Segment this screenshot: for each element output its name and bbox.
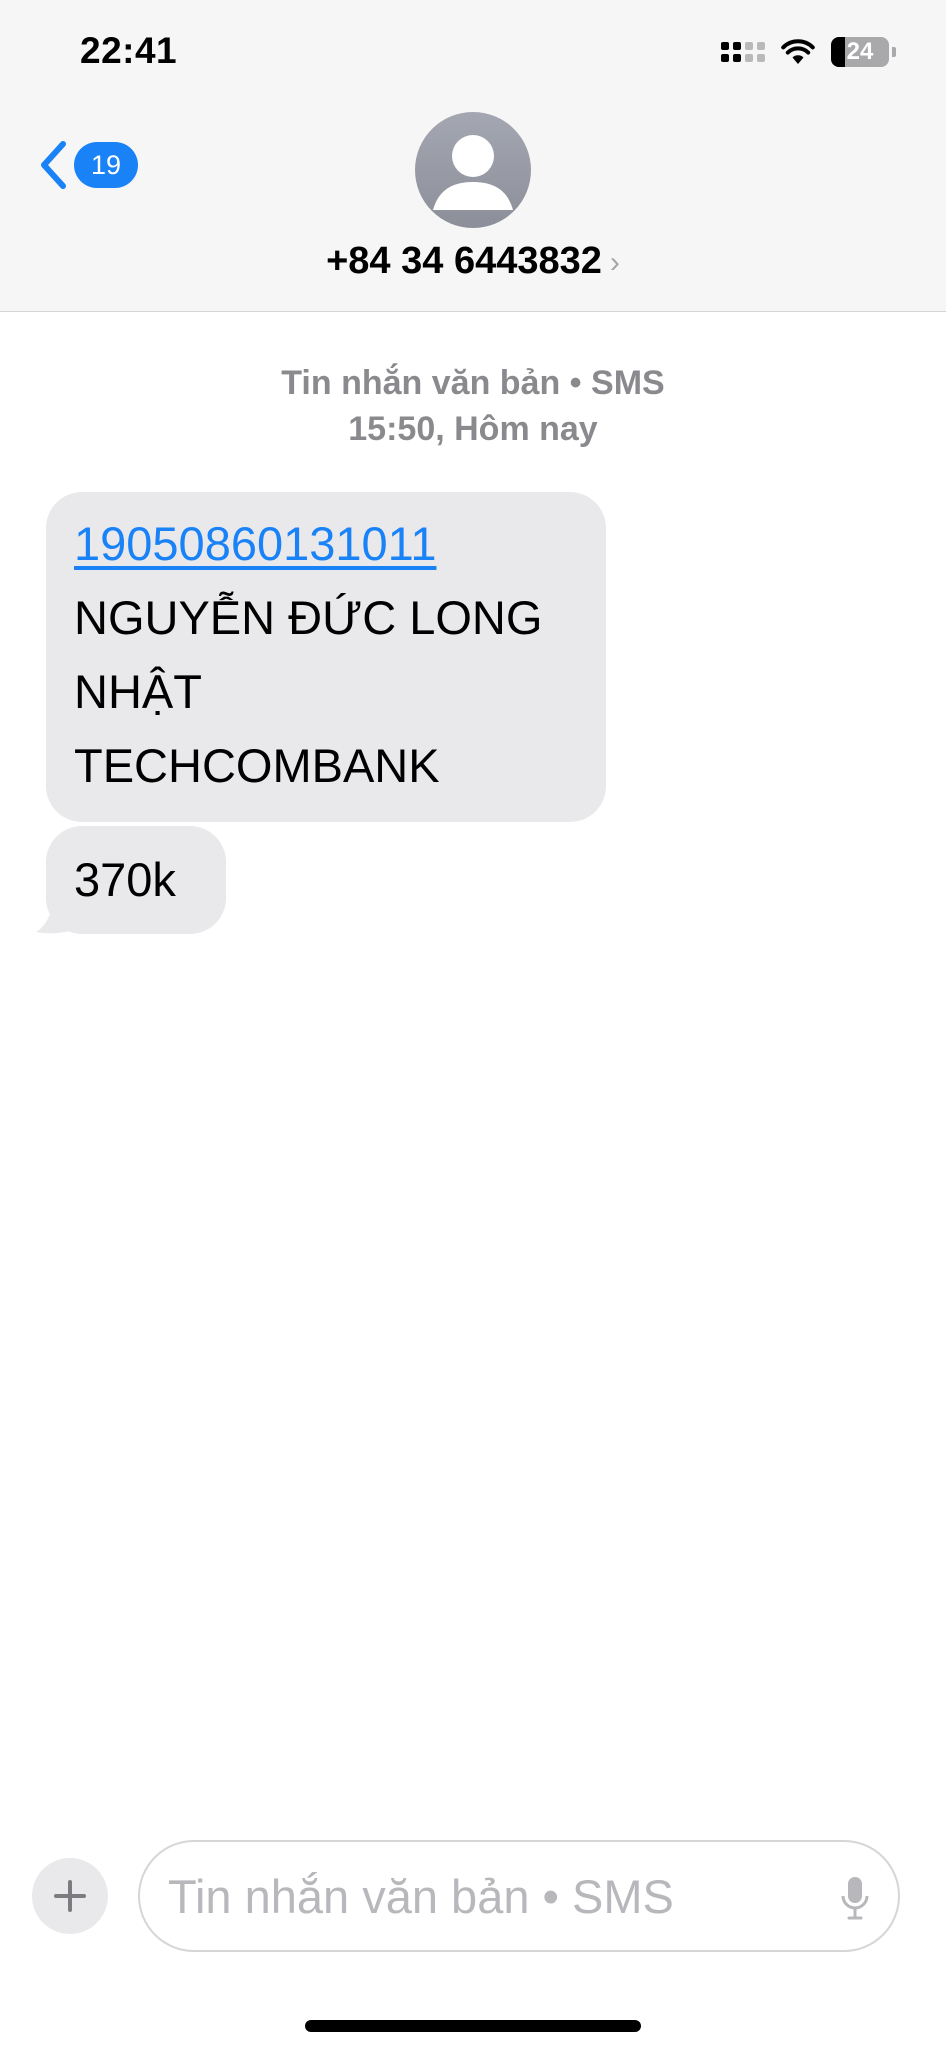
message-line: NGUYỄN ĐỨC LONG	[74, 591, 543, 644]
back-button[interactable]: 19	[36, 138, 138, 192]
chevron-right-icon: ›	[609, 245, 620, 279]
battery-level: 24	[846, 38, 874, 65]
message-type-label: Tin nhắn văn bản • SMS	[281, 364, 665, 402]
plus-icon	[54, 1880, 86, 1912]
person-icon	[433, 135, 513, 210]
message-field[interactable]	[138, 1840, 900, 1952]
add-attachment-button[interactable]	[32, 1858, 108, 1934]
message-timestamp: 15:50, Hôm nay	[348, 410, 598, 448]
cellular-signal-icon	[721, 42, 765, 62]
message-account-link[interactable]: 19050860131011	[74, 507, 578, 581]
message-text: 370k	[74, 853, 176, 906]
home-indicator	[305, 2020, 641, 2032]
message-bubble[interactable]: 370k	[46, 826, 226, 934]
contact-name-button[interactable]: +84 34 6443832 ›	[0, 240, 946, 283]
unread-count-badge: 19	[74, 142, 138, 188]
microphone-icon[interactable]	[840, 1876, 870, 1920]
bubble-tail	[36, 896, 72, 934]
battery-icon: 24	[831, 37, 889, 67]
message-input[interactable]	[168, 1842, 808, 1950]
wifi-icon	[781, 39, 815, 64]
status-time: 22:41	[80, 30, 178, 71]
message-line: TECHCOMBANK	[74, 739, 440, 792]
status-icons: 24	[721, 32, 896, 72]
battery-tip	[892, 47, 896, 57]
contact-avatar[interactable]	[415, 112, 531, 228]
message-line: NHẬT	[74, 665, 202, 718]
conversation-header: 22:41 24 19 +84 34 6443832 ›	[0, 0, 946, 312]
contact-name: +84 34 6443832	[326, 240, 602, 282]
message-bubble[interactable]: 19050860131011 NGUYỄN ĐỨC LONG NHẬT TECH…	[46, 492, 606, 822]
chevron-left-icon	[41, 141, 66, 189]
compose-bar	[0, 1836, 946, 1956]
